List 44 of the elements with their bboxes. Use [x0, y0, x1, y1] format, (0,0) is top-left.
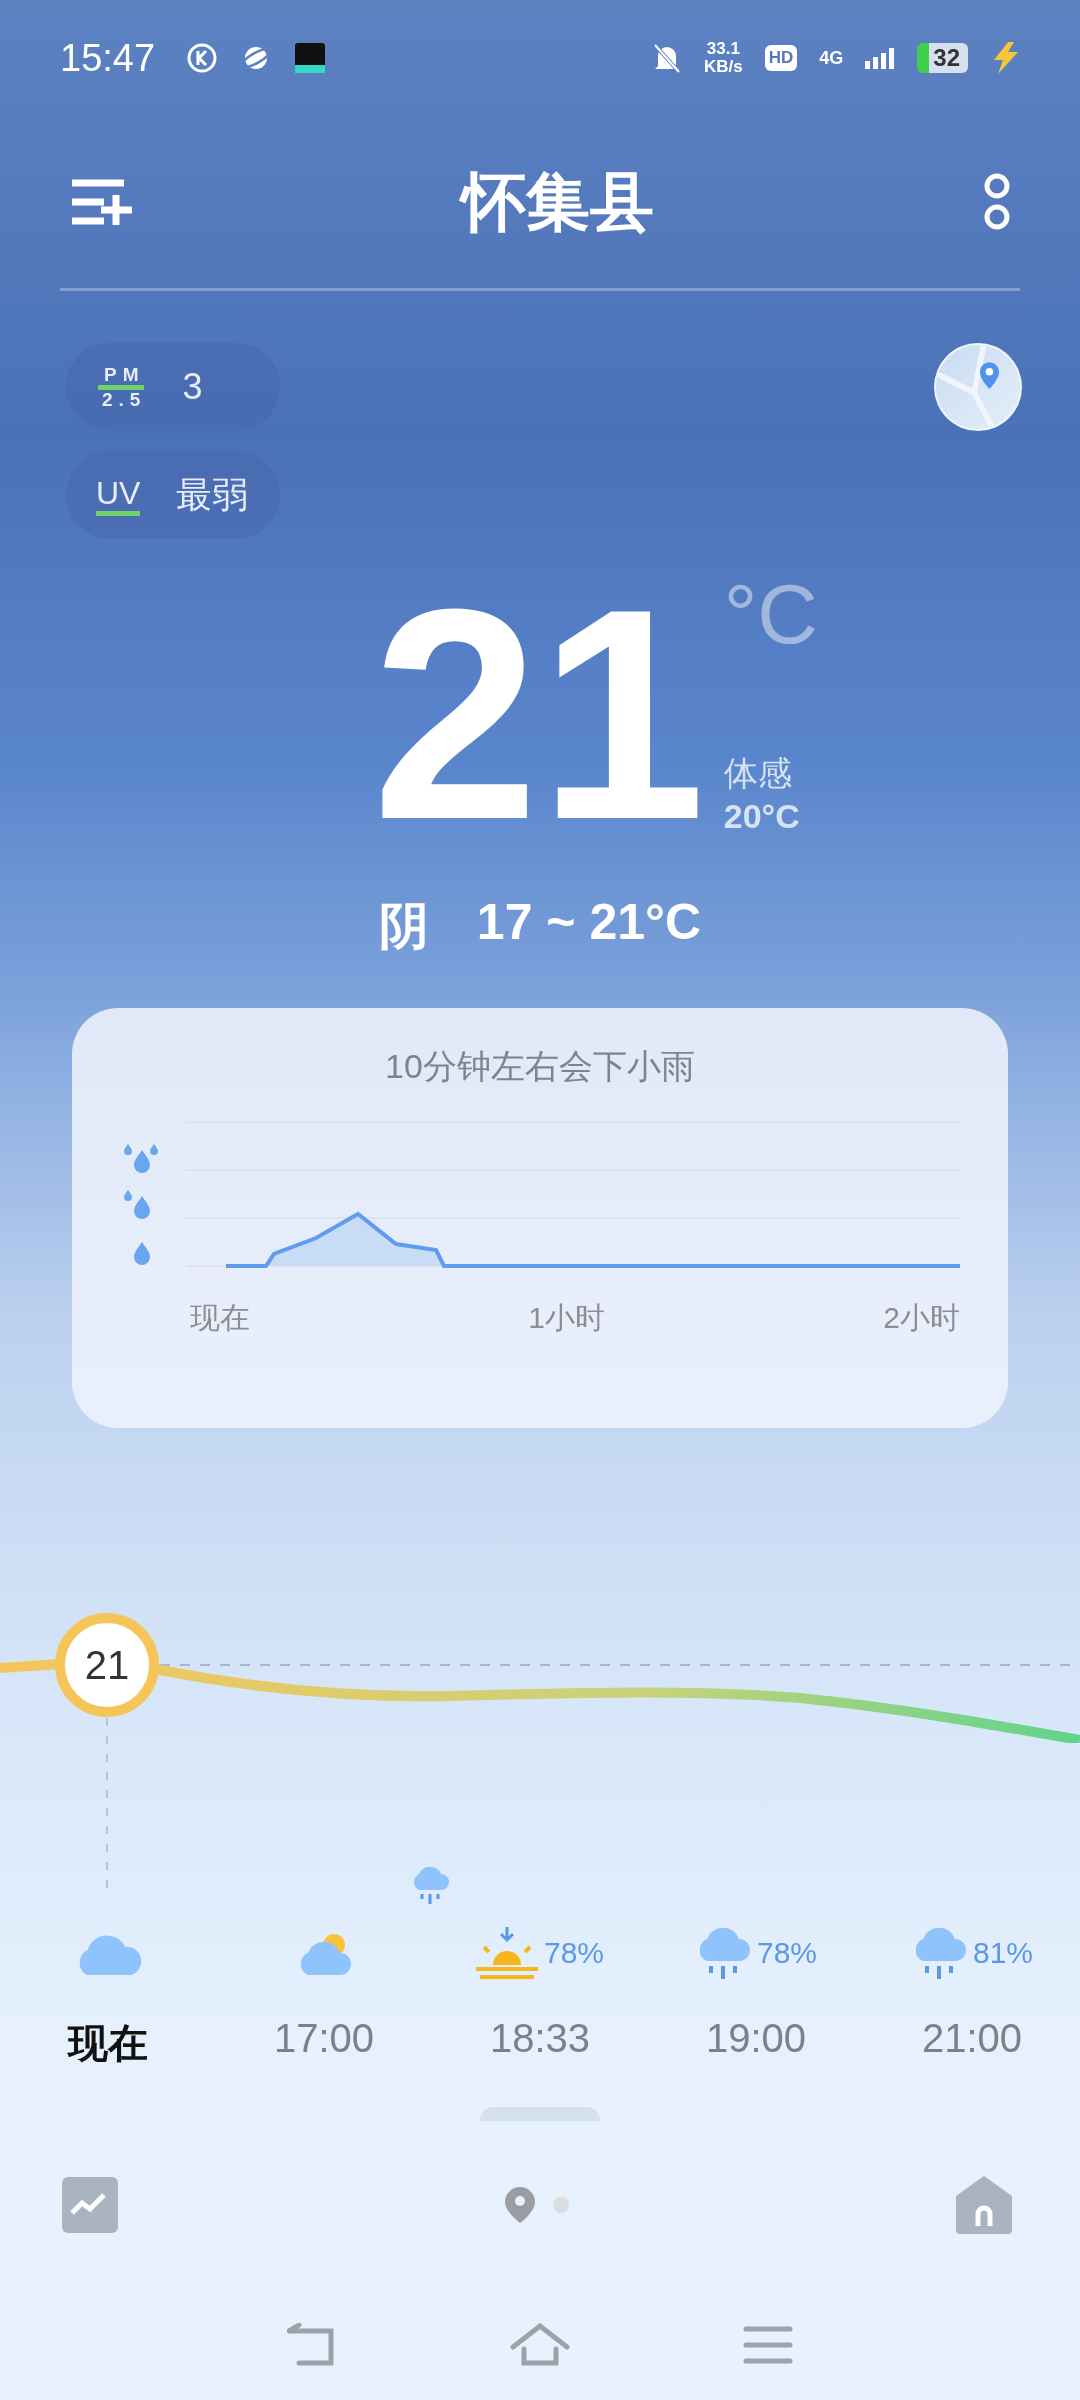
- uv-chip[interactable]: UV 最弱: [66, 451, 280, 539]
- uv-label: UV: [96, 474, 141, 516]
- hd-badge: HD: [764, 45, 798, 71]
- trend-button[interactable]: [62, 2177, 118, 2233]
- precipitation-chance: 78%: [543, 1936, 604, 1970]
- current-temperature: 21: [372, 569, 707, 859]
- weather-condition: 阴: [378, 897, 429, 956]
- hour-label: 18:33: [489, 2016, 591, 2061]
- k-badge-icon: [187, 43, 218, 73]
- bell-off-icon: [652, 42, 682, 74]
- sunset-icon: [475, 1927, 538, 1979]
- page-dot[interactable]: [553, 2197, 569, 2213]
- hour-label: 17:00: [273, 2016, 375, 2061]
- current-temperature-marker: 21: [55, 1613, 159, 1717]
- status-time: 15:47: [60, 36, 156, 80]
- network-speed: 33.1 KB/s: [704, 40, 743, 76]
- home-button[interactable]: [510, 2323, 570, 2367]
- location-page-icon[interactable]: [505, 2187, 535, 2223]
- time-axis-label: 2小时: [883, 1300, 960, 1336]
- air-quality-chip[interactable]: PM 2.5 3: [66, 343, 280, 431]
- back-button[interactable]: [286, 2323, 337, 2367]
- rain-forecast-title: 10分钟左右会下小雨: [385, 1046, 695, 1087]
- time-axis-label: 1小时: [528, 1300, 605, 1336]
- precipitation-chance: 78%: [756, 1936, 817, 1970]
- feels-like-label: 体感: [723, 753, 793, 794]
- feels-like-value: 20°C: [723, 797, 801, 836]
- menu-button[interactable]: [743, 2325, 794, 2365]
- app-icon: [295, 43, 326, 73]
- pm-value: 3: [182, 366, 203, 408]
- battery-level: 32: [917, 43, 968, 73]
- temperature-unit: °C: [723, 569, 818, 659]
- pm-label: PM 2.5: [96, 364, 147, 410]
- signal-icon: [865, 47, 896, 69]
- hour-label: 19:00: [705, 2016, 807, 2061]
- hour-label: 21:00: [921, 2016, 1023, 2061]
- hour-label: 现在: [68, 2020, 148, 2067]
- home-city-button[interactable]: [956, 2176, 1012, 2234]
- time-axis-label: 现在: [190, 1300, 250, 1336]
- precipitation-chance: 81%: [972, 1936, 1033, 1970]
- more-button[interactable]: [982, 173, 1012, 231]
- temperature-range: 17 ~ 21°C: [476, 893, 702, 952]
- uv-value: 最弱: [176, 472, 249, 517]
- network-type: 4G: [819, 47, 844, 69]
- city-list-button[interactable]: [72, 179, 134, 225]
